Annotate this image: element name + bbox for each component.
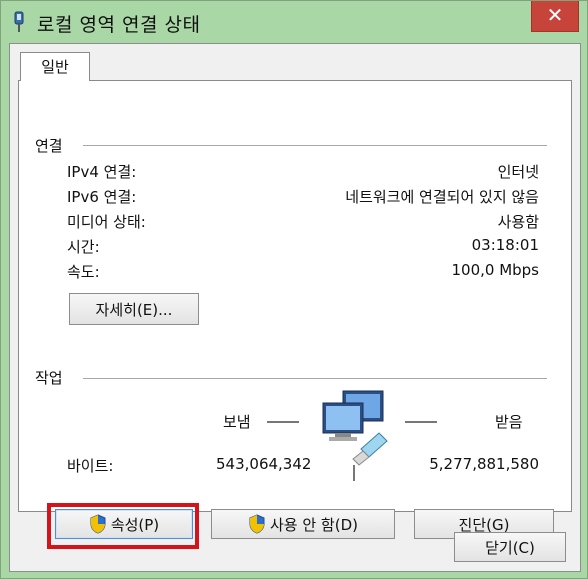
connection-group-title: 연결 [35,137,63,155]
received-dash [405,421,437,423]
details-button[interactable]: 자세히(E)... [69,293,199,325]
details-button-label: 자세히(E)... [95,300,173,319]
title-bar[interactable]: 로컬 영역 연결 상태 ✕ [1,1,587,43]
activity-group-title: 작업 [35,369,63,387]
disable-button-label: 사용 안 함(D) [270,515,358,534]
connection-group-divider [83,145,547,146]
network-computers-icon [322,390,388,466]
close-button[interactable]: 닫기(C) [454,532,566,562]
bytes-sent-value: 543,064,342 [216,455,312,473]
close-button-label: 닫기(C) [485,538,535,557]
ipv6-label: IPv6 연결: [67,188,137,206]
activity-group-divider [83,378,547,379]
ipv4-value: 인터넷 [497,163,539,181]
window-title: 로컬 영역 연결 상태 [37,14,201,36]
ipv4-label: IPv4 연결: [67,163,137,181]
close-window-button[interactable]: ✕ [531,1,579,32]
received-label: 받음 [495,413,523,431]
activity-connector-line [353,465,355,481]
sent-dash [267,421,299,423]
speed-label: 속도: [67,263,100,281]
tab-general[interactable]: 일반 [20,52,90,81]
dialog-body: 일반 연결 IPv4 연결: 인터넷 IPv6 연결: 네트워크에 연결되어 있… [9,43,581,572]
bytes-label: 바이트: [67,457,114,475]
media-state-label: 미디어 상태: [67,213,146,231]
duration-label: 시간: [67,238,100,256]
properties-highlight-box [47,503,199,549]
disable-button[interactable]: 사용 안 함(D) [211,509,395,539]
tab-panel-general: 연결 IPv4 연결: 인터넷 IPv6 연결: 네트워크에 연결되어 있지 않… [18,80,572,549]
dialog-window: 로컬 영역 연결 상태 ✕ 일반 연결 IPv4 연결: 인터넷 IPv6 연결… [0,0,588,579]
speed-value: 100,0 Mbps [451,261,539,279]
bytes-received-value: 5,277,881,580 [429,455,539,473]
ipv6-value: 네트워크에 연결되어 있지 않음 [345,188,539,206]
media-state-value: 사용함 [497,213,539,231]
duration-value: 03:18:01 [471,236,539,254]
network-adapter-icon [14,11,24,32]
sent-label: 보냄 [223,413,251,431]
uac-shield-icon [249,514,265,534]
